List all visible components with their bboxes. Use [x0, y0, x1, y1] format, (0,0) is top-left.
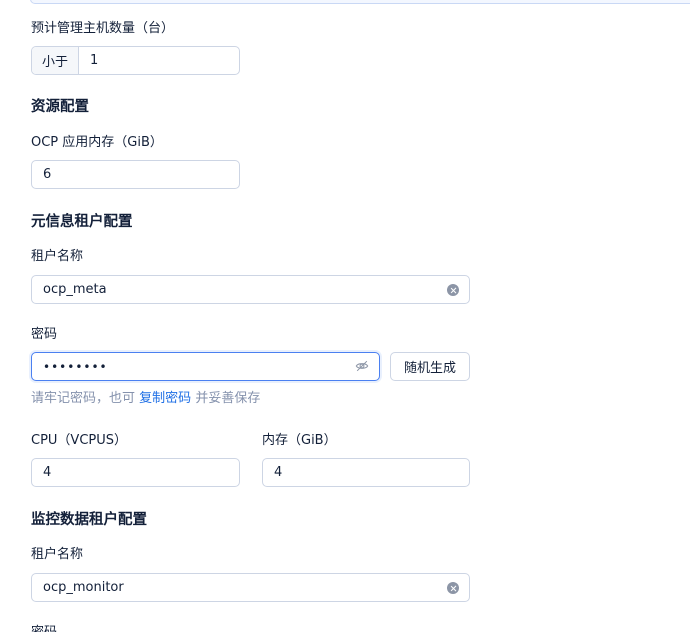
meta-password-value: ••••••••	[43, 359, 108, 374]
host-count-addon: 小于	[32, 47, 79, 74]
meta-cpu-input[interactable]: 4	[31, 458, 240, 487]
clear-icon[interactable]	[447, 582, 459, 594]
ocp-memory-input[interactable]: 6	[31, 160, 240, 189]
meta-memory-input[interactable]: 4	[262, 458, 470, 487]
monitor-tenant-name-value: ocp_monitor	[43, 580, 124, 595]
ocp-memory-label: OCP 应用内存（GiB）	[31, 135, 163, 150]
meta-password-input[interactable]: ••••••••	[31, 352, 380, 381]
meta-tenant-name-label: 租户名称	[31, 249, 84, 264]
meta-memory-label: 内存（GiB）	[262, 433, 337, 448]
meta-cpu-label: CPU（VCPUS）	[31, 433, 128, 448]
host-count-input-group: 小于 1	[31, 46, 240, 75]
random-generate-button[interactable]: 随机生成	[390, 352, 470, 381]
eye-hidden-icon[interactable]	[355, 359, 369, 373]
copy-password-link[interactable]: 复制密码	[139, 391, 191, 406]
host-count-input[interactable]: 1	[79, 47, 239, 74]
monitor-tenant-name-input[interactable]: ocp_monitor	[31, 573, 470, 602]
meta-tenant-name-value: ocp_meta	[43, 282, 107, 297]
clear-icon[interactable]	[447, 284, 459, 296]
monitor-tenant-section-title: 监控数据租户配置	[31, 512, 147, 528]
monitor-password-label: 密码	[31, 625, 57, 632]
meta-tenant-name-input[interactable]: ocp_meta	[31, 275, 470, 304]
password-hint-prefix: 请牢记密码，也可	[31, 391, 136, 406]
password-hint-suffix: 并妥善保存	[195, 391, 261, 406]
previous-card-edge	[30, 0, 690, 4]
monitor-tenant-name-label: 租户名称	[31, 547, 84, 562]
resource-section-title: 资源配置	[31, 99, 89, 115]
password-hint: 请牢记密码，也可 复制密码 并妥善保存	[31, 391, 260, 407]
host-count-label: 预计管理主机数量（台）	[31, 21, 175, 36]
meta-password-label: 密码	[31, 327, 58, 342]
meta-tenant-section-title: 元信息租户配置	[31, 214, 133, 230]
